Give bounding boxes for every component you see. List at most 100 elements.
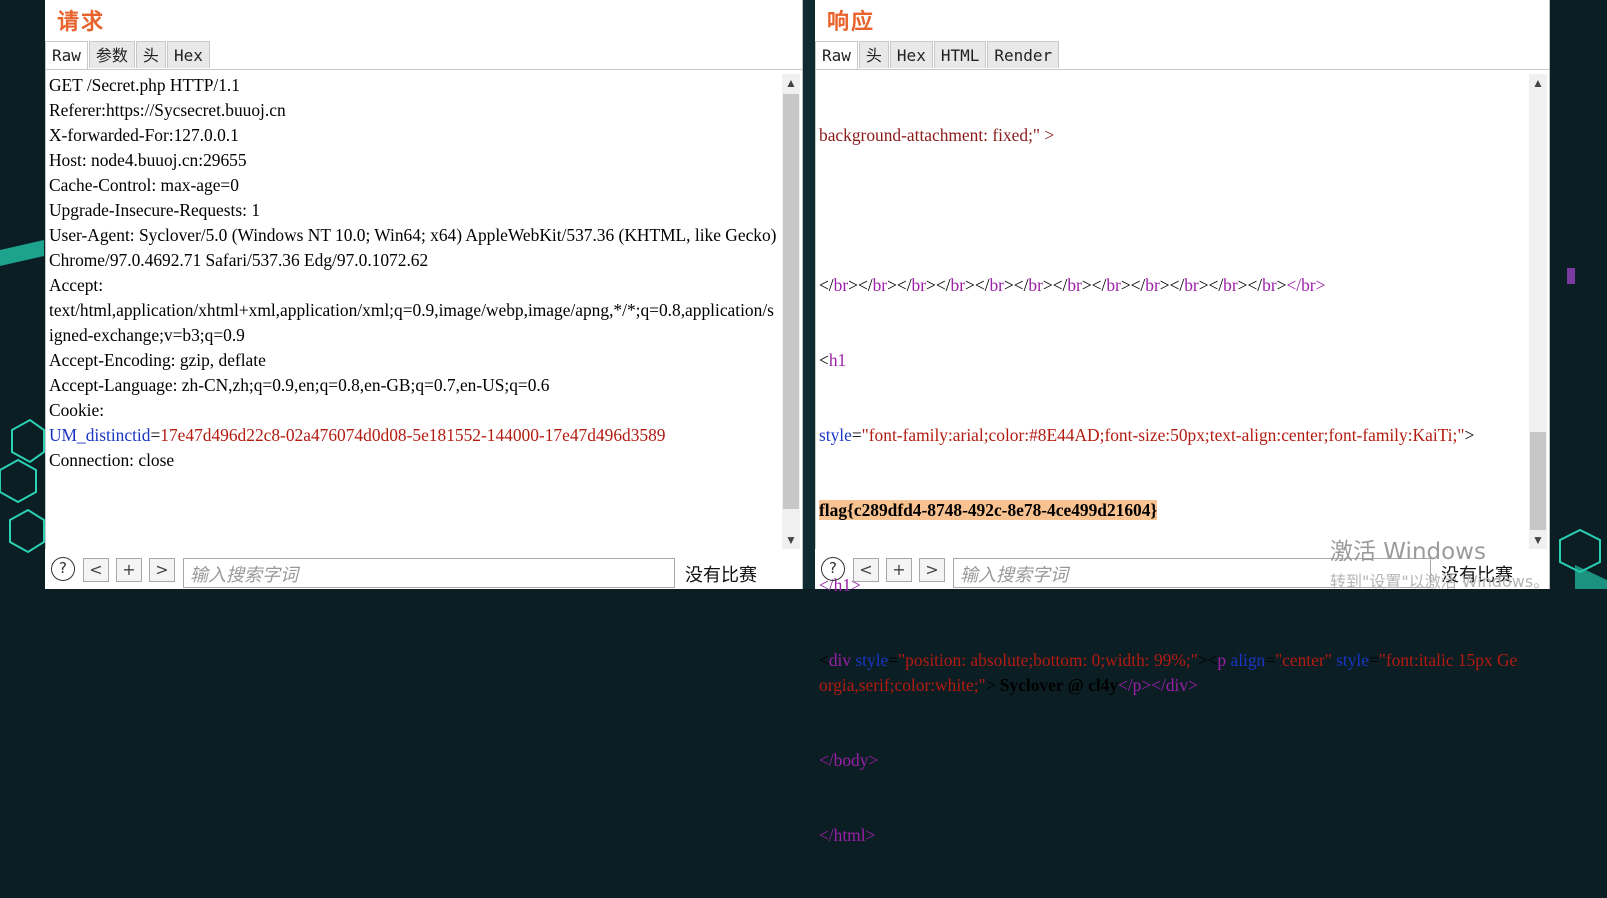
tag-name: br [833,275,849,295]
scroll-thumb[interactable] [783,94,799,509]
tag-name: br [1106,275,1121,295]
request-line: Connection: close [49,450,175,470]
response-text[interactable]: background-attachment: fixed;" > ​ </br>… [819,73,1525,898]
punct: > [887,275,897,295]
blank-line: ​ [819,198,1525,223]
punct: > [1159,275,1170,295]
add-button[interactable]: + [886,558,912,582]
tag-name: br [1223,275,1238,295]
punct: > [1464,425,1475,445]
attr-name: style [1336,650,1369,670]
punct: = [1265,650,1276,670]
tag-name: br [1145,275,1160,295]
help-icon[interactable]: ? [51,557,75,581]
scroll-thumb[interactable] [1530,432,1546,530]
next-button[interactable]: > [919,558,945,582]
request-scrollbar[interactable]: ▲ ▼ [782,74,800,549]
tab-raw[interactable]: Raw [45,41,88,69]
signature-text: Syclover @ cl4y [995,675,1119,695]
attr-value: "font-family:arial;color:#8E44AD;font-si… [861,425,1465,445]
body-close-line: </body> [819,750,879,770]
scroll-down-icon[interactable]: ▼ [782,531,800,549]
punct: > [985,675,996,695]
cookie-name: UM_distinctid [49,425,151,445]
tag-name: br [911,275,927,295]
response-editor[interactable]: background-attachment: fixed;" > ​ </br>… [815,69,1549,845]
tag-name: br [989,275,1004,295]
flag-line: flag{c289dfd4-8748-492c-8e78-4ce499d2160… [819,498,1525,523]
h1-style-line: style="font-family:arial;color:#8E44AD;f… [819,423,1525,448]
tag-name: br [1184,275,1199,295]
attr-name: style [855,650,889,670]
cookie-line: UM_distinctid=17e47d496d22c8-02a476074d0… [49,423,778,448]
scroll-down-icon[interactable]: ▼ [1529,531,1547,549]
cookie-value: 17e47d496d22c8-02a476074d0d08-5e181552-1… [160,425,666,445]
request-line: Host: node4.buuoj.cn:29655 [49,150,247,170]
attr-name: style [819,425,852,445]
punct: </ [819,275,834,295]
tab-hex[interactable]: Hex [166,41,210,68]
request-text[interactable]: GET /Secret.php HTTP/1.1 Referer:https://… [49,73,778,473]
punct: > [1042,275,1053,295]
punct: </ [935,275,951,295]
response-scrollbar[interactable]: ▲ ▼ [1529,74,1547,549]
tab-headers[interactable]: 头 [858,41,889,68]
tab-html[interactable]: HTML [933,41,987,68]
activation-watermark: 激活 Windows [1330,539,1486,565]
flag-highlight: flag{c289dfd4-8748-492c-8e78-4ce499d2160… [819,500,1158,520]
punct: < [819,350,829,370]
response-tabs: Raw 头 Hex HTML Render [815,41,1060,69]
punct: > [926,275,936,295]
punct: > [1237,275,1248,295]
prev-button[interactable]: < [853,558,879,582]
tab-headers[interactable]: 头 [135,41,166,68]
punct: > [1003,275,1014,295]
punct: > [1197,650,1208,670]
help-icon[interactable]: ? [821,557,845,581]
search-input[interactable]: 输入搜索字词 [183,558,675,588]
punct: > [1081,275,1092,295]
punct: </ [1169,275,1185,295]
tag-close: </p></div> [1118,675,1198,695]
scroll-up-icon[interactable]: ▲ [1529,74,1547,92]
tab-params[interactable]: 参数 [88,41,135,68]
tag-name: br [1028,275,1043,295]
cookie-equals: = [150,425,161,445]
attr-name: align [1230,650,1266,670]
request-title: 请求 [57,10,106,35]
request-editor[interactable]: GET /Secret.php HTTP/1.1 Referer:https://… [45,69,802,549]
request-line: Accept-Language: zh-CN,zh;q=0.9,en;q=0.8… [49,375,550,395]
request-line: Referer:https://Sycsecret.buuoj.cn [49,100,286,120]
tab-render[interactable]: Render [987,41,1060,68]
request-line: User-Agent: Syclover/5.0 (Windows NT 10.… [49,225,781,270]
prev-button[interactable]: < [83,558,109,582]
request-line: Upgrade-Insecure-Requests: 1 [49,200,261,220]
match-status: 没有比赛 [685,565,757,586]
tab-hex[interactable]: Hex [889,41,933,68]
scroll-up-icon[interactable]: ▲ [782,74,800,92]
h1-open-line: <h1 [819,348,1525,373]
punct: = [888,650,899,670]
punct: = [851,425,862,445]
next-button[interactable]: > [149,558,175,582]
attr-value: "position: absolute;bottom: 0;width: 99%… [898,650,1198,670]
punct: > [1276,275,1287,295]
request-line: X-forwarded-For:127.0.0.1 [49,125,239,145]
response-line: background-attachment: fixed;" > [819,125,1055,145]
tag-name: br [1262,275,1277,295]
tag-name: </b [1286,275,1310,295]
request-line: Accept-Encoding: gzip, deflate [49,350,266,370]
punct: > [1198,275,1209,295]
request-panel: 请求 Raw 参数 头 Hex GET /Secret.php HTTP/1.1… [45,0,803,589]
punct: > [965,275,975,295]
response-title: 响应 [827,10,876,35]
div-line: <div style="position: absolute;bottom: 0… [819,648,1525,698]
tag-name: r> [1309,275,1326,295]
add-button[interactable]: + [116,558,142,582]
punct: </ [896,275,912,295]
tag-name: h1 [828,350,847,370]
request-line: Cache-Control: max-age=0 [49,175,239,195]
request-line: GET /Secret.php HTTP/1.1 [49,75,240,95]
tab-raw[interactable]: Raw [815,41,858,69]
request-line: Cookie: [49,400,105,420]
